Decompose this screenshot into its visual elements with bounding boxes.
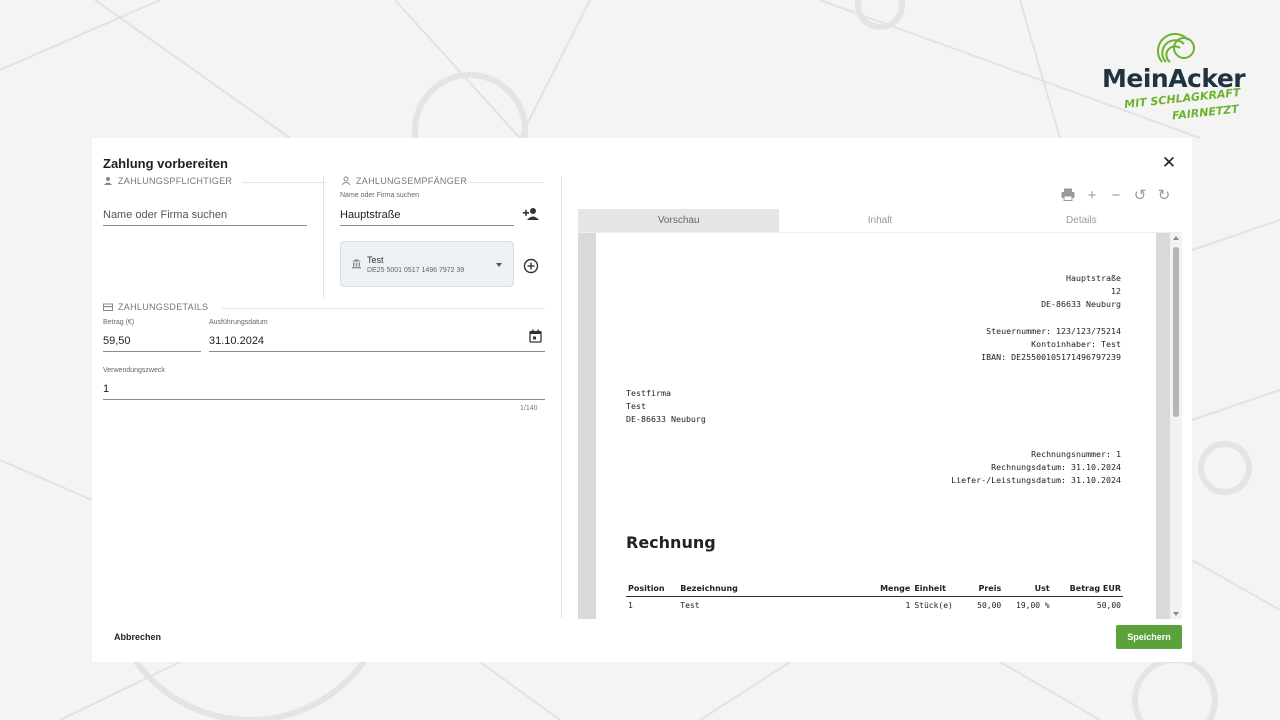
invoice-title: Rechnung (626, 533, 716, 552)
credit-card-icon (103, 303, 113, 311)
purpose-input[interactable] (103, 383, 545, 395)
invoice-page: Hauptstraße 12 DE-86633 Neuburg Steuernu… (596, 233, 1156, 619)
rotate-left-icon[interactable]: ↺ (1132, 188, 1148, 204)
table-cell: Stück(e) (914, 601, 953, 610)
column-divider (323, 176, 324, 298)
add-circle-icon[interactable] (522, 257, 539, 274)
person-icon (341, 176, 351, 186)
execution-date-label: Ausführungsdatum (209, 319, 268, 326)
amount-label: Betrag (€) (103, 319, 135, 326)
tab-inhalt[interactable]: Inhalt (779, 209, 981, 233)
payer-section-header: ZAHLUNGSPFLICHTIGER (103, 176, 232, 186)
table-cell: Test (680, 601, 700, 610)
preview-toolbar: + − ↺ ↻ (1060, 188, 1172, 204)
payee-section-label: ZAHLUNGSEMPFÄNGER (356, 176, 468, 186)
tab-vorschau[interactable]: Vorschau (578, 209, 780, 233)
column-header: Position (626, 581, 679, 597)
recipient-company: Testfirma (626, 388, 671, 398)
zoom-in-icon[interactable]: + (1084, 188, 1100, 204)
tax-number: Steuernummer: 123/123/75214 (986, 326, 1121, 336)
purpose-label: Verwendungszweck (103, 367, 165, 374)
table-cell: 50,00 (1096, 601, 1121, 610)
bank-icon (352, 259, 361, 269)
zoom-out-icon[interactable]: − (1108, 188, 1124, 204)
chevron-down-icon (496, 263, 502, 267)
bank-account-select[interactable]: Test DE25 5001 0517 1496 7972 39 (340, 241, 514, 287)
preview-tabs: Vorschau Inhalt Details (578, 209, 1182, 233)
column-header: Betrag EUR (1051, 581, 1123, 597)
divider (468, 182, 544, 183)
payment-dialog: Zahlung vorbereiten ✕ ZAHLUNGSPFLICHTIGE… (92, 138, 1192, 662)
print-icon[interactable] (1060, 188, 1076, 204)
document-viewer[interactable]: Hauptstraße 12 DE-86633 Neuburg Steuernu… (578, 233, 1182, 619)
recipient-name: Test (626, 401, 646, 411)
column-header: Ust (1003, 581, 1052, 597)
dialog-title: Zahlung vorbereiten (103, 156, 228, 171)
brand-tagline-2: FAIRNETZT (1171, 102, 1240, 123)
scrollbar-thumb[interactable] (1173, 247, 1179, 417)
bank-account-iban: DE25 5001 0517 1496 7972 39 (367, 267, 465, 274)
table-cell: 50,00 (977, 601, 1002, 610)
brand-logo: MeinAcker MIT SCHLAGKRAFT FAIRNETZT (1096, 28, 1266, 128)
invoice-number: Rechnungsnummer: 1 (1031, 449, 1121, 459)
divider (222, 308, 545, 309)
column-header: Einheit (912, 581, 968, 597)
payer-section-label: ZAHLUNGSPFLICHTIGER (118, 176, 233, 186)
payer-search-field[interactable] (103, 200, 307, 226)
table-cell: 1 (905, 601, 911, 610)
sender-number: 12 (1111, 286, 1121, 296)
table-header-row: Position Bezeichnung Menge Einheit Preis… (626, 581, 1123, 597)
execution-date-field[interactable]: Ausführungsdatum (209, 319, 545, 352)
payee-search-input[interactable] (340, 209, 514, 221)
viewer-scrollbar[interactable] (1170, 233, 1182, 619)
details-section-label: ZAHLUNGSDETAILS (118, 302, 209, 312)
column-header: Preis (967, 581, 1004, 597)
gear-leaf-icon (1157, 33, 1195, 63)
table-cell: 1 (628, 601, 633, 610)
column-header: Menge (868, 581, 913, 597)
close-icon[interactable]: ✕ (1160, 154, 1178, 172)
invoice-iban: IBAN: DE25500105171496797239 (981, 352, 1121, 362)
payee-search-label: Name oder Firma suchen (340, 192, 419, 199)
save-button[interactable]: Speichern (1116, 625, 1182, 649)
delivery-date: Liefer-/Leistungsdatum: 31.10.2024 (951, 475, 1121, 485)
scroll-up-icon[interactable] (1173, 236, 1179, 240)
tab-details[interactable]: Details (980, 209, 1182, 233)
invoice-date: Rechnungsdatum: 31.10.2024 (991, 462, 1121, 472)
sender-street: Hauptstraße (1066, 273, 1121, 283)
scroll-down-icon[interactable] (1173, 612, 1179, 616)
invoice-items-table: Position Bezeichnung Menge Einheit Preis… (626, 581, 1123, 614)
bank-account-name: Test (367, 255, 384, 265)
execution-date-input[interactable] (209, 335, 545, 347)
payee-search-field[interactable]: Name oder Firma suchen (340, 192, 514, 226)
person-add-icon[interactable] (520, 206, 542, 222)
sender-city: DE-86633 Neuburg (1041, 299, 1121, 309)
calendar-icon[interactable] (528, 328, 543, 343)
amount-input[interactable] (103, 335, 201, 347)
purpose-field[interactable]: Verwendungszweck (103, 367, 545, 400)
account-holder: Kontoinhaber: Test (1031, 339, 1121, 349)
payee-section-header: ZAHLUNGSEMPFÄNGER (341, 176, 467, 186)
details-section-header: ZAHLUNGSDETAILS (103, 302, 208, 312)
divider (242, 182, 326, 183)
panel-divider (561, 176, 562, 618)
table-cell: 19,00 % (1016, 601, 1050, 610)
payer-search-input[interactable] (103, 209, 307, 221)
amount-field[interactable]: Betrag (€) (103, 319, 201, 352)
recipient-city: DE-86633 Neuburg (626, 414, 706, 424)
column-header: Bezeichnung (678, 581, 869, 597)
person-icon (104, 177, 112, 185)
cancel-button[interactable]: Abbrechen (114, 632, 161, 642)
purpose-character-counter: 1/140 (520, 405, 538, 412)
table-row: 1 Test 1 Stück(e) 50,00 19,00 % 50,00 (626, 597, 1123, 615)
rotate-right-icon[interactable]: ↻ (1156, 188, 1172, 204)
